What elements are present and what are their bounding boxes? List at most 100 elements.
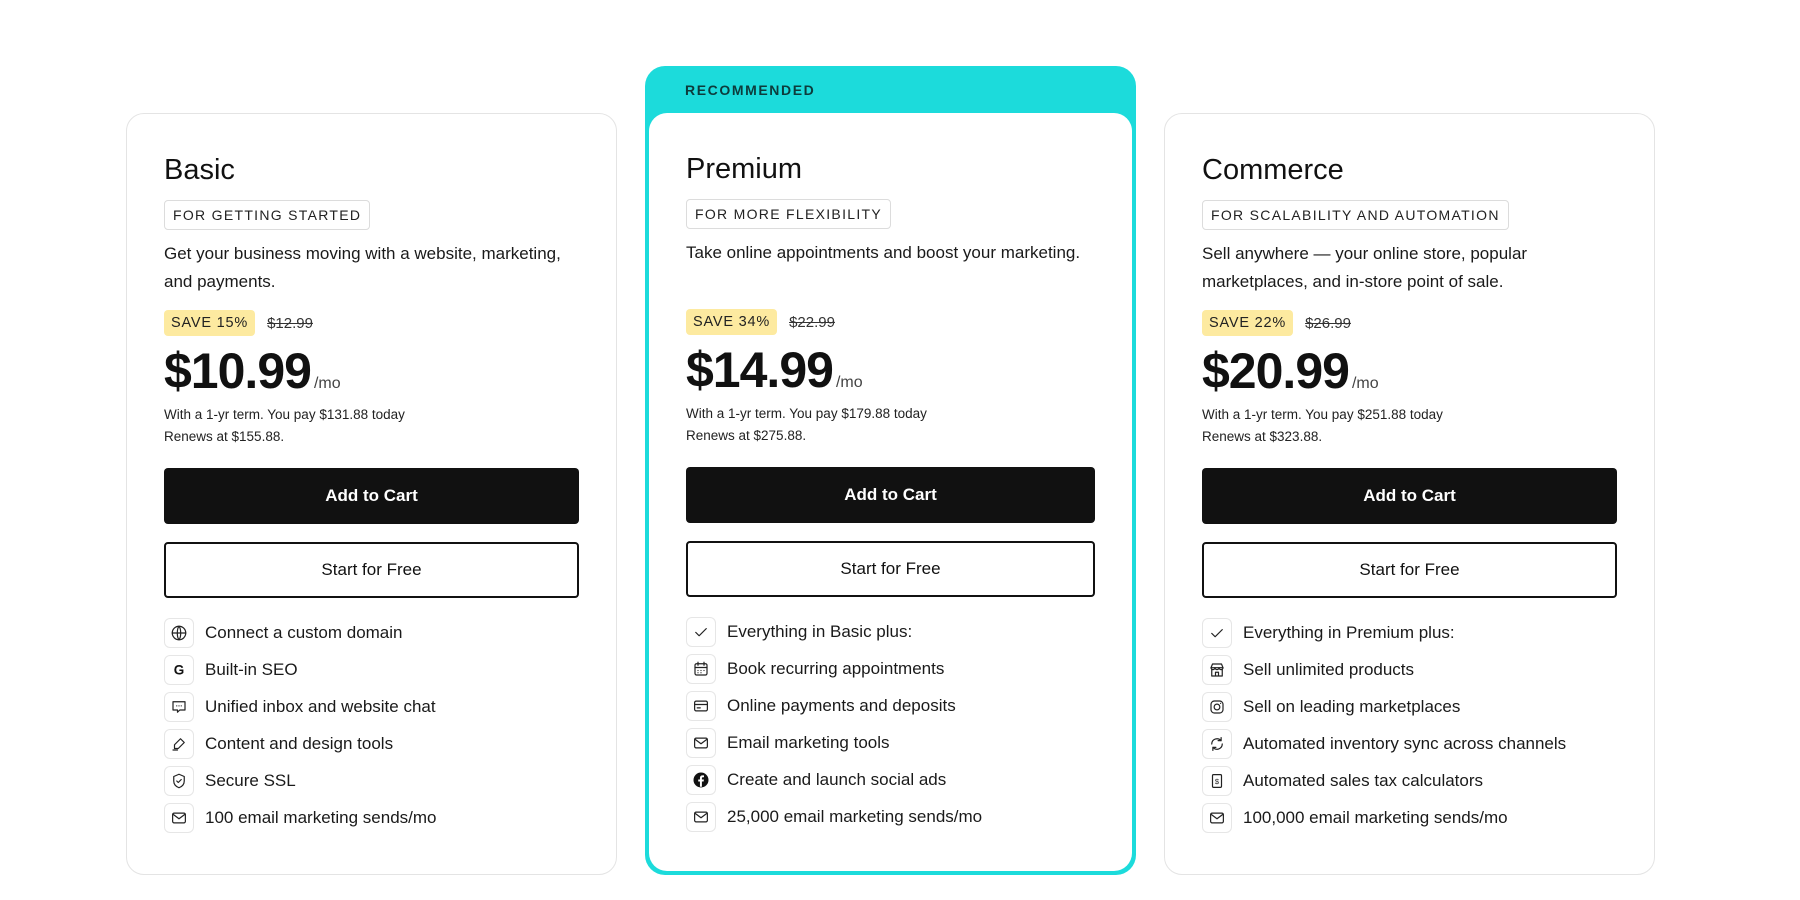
save-badge: SAVE 34% [686, 309, 778, 335]
feature-list: Everything in Basic plus: Book recurring … [686, 613, 1095, 835]
feature-text: 100 email marketing sends/mo [205, 807, 437, 827]
feature-text: 25,000 email marketing sends/mo [727, 806, 983, 826]
add-to-cart-button[interactable]: Add to Cart [686, 467, 1095, 523]
save-badge: SAVE 15% [164, 310, 256, 336]
mail-icon [164, 802, 194, 833]
feature-item: $ Automated sales tax calculators [1202, 762, 1617, 799]
term-info: With a 1-yr term. You pay $131.88 today … [164, 404, 579, 448]
storefront-icon [1202, 654, 1232, 685]
globe-icon [164, 617, 194, 648]
start-for-free-button[interactable]: Start for Free [164, 542, 579, 598]
card-content: Premium FOR MORE FLEXIBILITY Take online… [686, 149, 1095, 851]
term-payment: With a 1-yr term. You pay $251.88 today [1202, 407, 1443, 422]
add-to-cart-button[interactable]: Add to Cart [1202, 468, 1617, 524]
price-row: $10.99 /mo [164, 342, 579, 400]
feature-item: G Built-in SEO [164, 651, 579, 688]
plan-price: $20.99 [1202, 343, 1350, 399]
plan-tag: FOR SCALABILITY AND AUTOMATION [1202, 200, 1509, 230]
svg-text:G: G [174, 662, 185, 677]
savings-row: SAVE 15% $12.99 [164, 310, 579, 336]
card-content: Basic FOR GETTING STARTED Get your busin… [164, 150, 579, 852]
card-content: Commerce FOR SCALABILITY AND AUTOMATION … [1202, 150, 1617, 852]
feature-text: Everything in Premium plus: [1243, 622, 1455, 642]
facebook-icon [686, 764, 716, 795]
feature-item: Unified inbox and website chat [164, 688, 579, 725]
mail-icon [686, 801, 716, 832]
feature-text: Automated inventory sync across channels [1243, 733, 1567, 753]
feature-text: Create and launch social ads [727, 769, 947, 789]
feature-list: Everything in Premium plus: Sell unlimite… [1202, 614, 1617, 836]
term-payment: With a 1-yr term. You pay $179.88 today [686, 406, 927, 421]
price-period: /mo [835, 374, 863, 391]
sync-icon [1202, 728, 1232, 759]
pen-icon [164, 728, 194, 759]
feature-text: Sell unlimited products [1243, 659, 1415, 679]
feature-text: Built-in SEO [205, 659, 298, 679]
chat-icon [164, 691, 194, 722]
price-period: /mo [1351, 375, 1379, 392]
mail-icon [686, 727, 716, 758]
mail-icon [1202, 802, 1232, 833]
start-for-free-button[interactable]: Start for Free [1202, 542, 1617, 598]
recommended-plan-wrapper: RECOMMENDED Premium FOR MORE FLEXIBILITY… [645, 66, 1136, 875]
price-row: $20.99 /mo [1202, 342, 1617, 400]
plan-card-commerce: Commerce FOR SCALABILITY AND AUTOMATION … [1164, 113, 1655, 875]
feature-item: Email marketing tools [686, 724, 1095, 761]
term-payment: With a 1-yr term. You pay $131.88 today [164, 407, 405, 422]
plan-price: $10.99 [164, 343, 312, 399]
feature-item: Connect a custom domain [164, 614, 579, 651]
feature-item: Book recurring appointments [686, 650, 1095, 687]
price-row: $14.99 /mo [686, 341, 1095, 399]
start-for-free-button[interactable]: Start for Free [686, 541, 1095, 597]
check-icon [1202, 617, 1232, 648]
feature-item: Automated inventory sync across channels [1202, 725, 1617, 762]
add-to-cart-button[interactable]: Add to Cart [164, 468, 579, 524]
plan-card-basic: Basic FOR GETTING STARTED Get your busin… [126, 113, 617, 875]
save-badge: SAVE 22% [1202, 310, 1294, 336]
plan-tag: FOR MORE FLEXIBILITY [686, 199, 892, 229]
google-icon: G [164, 654, 194, 685]
plan-description: Sell anywhere — your online store, popul… [1202, 244, 1528, 291]
feature-item: Secure SSL [164, 762, 579, 799]
feature-text: Email marketing tools [727, 732, 890, 752]
feature-item: Everything in Premium plus: [1202, 614, 1617, 651]
feature-item: Sell unlimited products [1202, 651, 1617, 688]
plan-description: Get your business moving with a website,… [164, 244, 561, 291]
feature-text: Everything in Basic plus: [727, 621, 913, 641]
feature-item: 25,000 email marketing sends/mo [686, 798, 1095, 835]
feature-item: Online payments and deposits [686, 687, 1095, 724]
term-info: With a 1-yr term. You pay $251.88 today … [1202, 404, 1617, 448]
feature-text: Book recurring appointments [727, 658, 945, 678]
original-price: $22.99 [789, 313, 835, 331]
renewal-price: Renews at $155.88. [164, 429, 285, 444]
feature-text: Sell on leading marketplaces [1243, 696, 1461, 716]
feature-text: Unified inbox and website chat [205, 696, 436, 716]
savings-row: SAVE 22% $26.99 [1202, 310, 1617, 336]
svg-text:$: $ [1215, 777, 1220, 786]
feature-text: Secure SSL [205, 770, 296, 790]
plan-name: Premium [686, 153, 803, 185]
renewal-price: Renews at $275.88. [686, 428, 807, 443]
plan-name: Basic [164, 154, 235, 186]
plan-card-premium: Premium FOR MORE FLEXIBILITY Take online… [649, 113, 1132, 871]
feature-text: Automated sales tax calculators [1243, 770, 1484, 790]
renewal-price: Renews at $323.88. [1202, 429, 1323, 444]
instagram-icon [1202, 691, 1232, 722]
calendar-icon [686, 653, 716, 684]
plan-name: Commerce [1202, 154, 1344, 186]
feature-list: Connect a custom domain G Built-in SEO Unif… [164, 614, 579, 836]
feature-item: Everything in Basic plus: [686, 613, 1095, 650]
feature-text: Online payments and deposits [727, 695, 956, 715]
plan-price: $14.99 [686, 342, 834, 398]
check-icon [686, 616, 716, 647]
feature-item: Create and launch social ads [686, 761, 1095, 798]
feature-text: Connect a custom domain [205, 622, 403, 642]
plan-tag: FOR GETTING STARTED [164, 200, 371, 230]
shield-check-icon [164, 765, 194, 796]
term-info: With a 1-yr term. You pay $179.88 today … [686, 403, 1095, 447]
savings-row: SAVE 34% $22.99 [686, 309, 1095, 335]
feature-item: Sell on leading marketplaces [1202, 688, 1617, 725]
credit-card-icon [686, 690, 716, 721]
feature-item: Content and design tools [164, 725, 579, 762]
feature-text: 100,000 email marketing sends/mo [1243, 807, 1508, 827]
